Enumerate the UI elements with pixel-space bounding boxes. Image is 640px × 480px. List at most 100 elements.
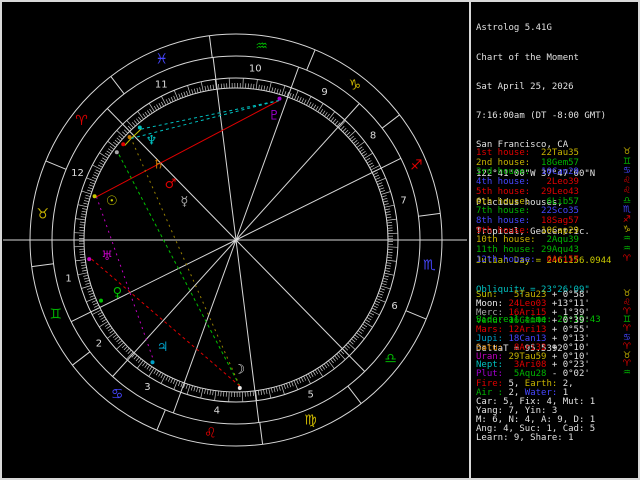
sign-glyph-pisces: ♓ <box>155 52 168 68</box>
planet-dot-plut <box>277 96 282 101</box>
planet-dot-nept <box>137 125 142 130</box>
planet-glyph-satu: ♄ <box>153 157 165 172</box>
planet-position-list: Sun: 5Tau23 + 0°58' ♉ Moon: 24Leo03 +13°11… <box>476 290 631 380</box>
planet-dot-mars <box>121 142 126 147</box>
planet-row: Plut: 5Aqu28 - 0°02' ♒ <box>476 368 631 380</box>
house-number-9: 9 <box>321 87 327 98</box>
planet-glyphs: ♆ ♄♂☿ ☉ ♅ ♀ ♃ ☽ ♇ <box>101 108 280 377</box>
stats-segment: Learn: 9, Share: 1 <box>476 433 574 443</box>
planet-dot-jupi <box>150 360 155 365</box>
chart-wheel-area: ♈ ♉ ♊ ♋ ♌ ♍ ♎ ♏ ♐ ♑ ♒ ♓ 1 2 3 4 5 6 7 8 9 10 11 12 ♆ ♄ ♂ ☿ ☉ ♅ ♀ ♃ ☽ ♇ <box>0 0 470 480</box>
planet-markers <box>87 96 282 390</box>
house-cusp-value: 6Lib57 <box>541 196 579 207</box>
house-number-1: 1 <box>65 274 71 285</box>
sign-glyph-sagittarius: ♐ <box>410 158 423 174</box>
house-cusp-value: 29Aqu43 <box>541 245 579 256</box>
sign-glyph-virgo: ♍ <box>304 412 317 428</box>
house-number-6: 6 <box>391 301 397 312</box>
house-cusp-value: 6Ari57 <box>541 254 579 265</box>
sidebar-divider <box>469 0 471 480</box>
sign-glyph-capricorn: ♑ <box>349 78 362 94</box>
planet-glyph-jupi: ♃ <box>157 340 169 355</box>
app-title: Astrolog 5.41G <box>476 23 552 34</box>
house-label: 3rd house: <box>476 167 542 178</box>
planet-label: Plut: <box>476 369 509 380</box>
planet-glyph-merc: ☿ <box>180 195 188 210</box>
house-label: 6th house: <box>476 196 542 207</box>
house-number-8: 8 <box>370 131 376 142</box>
sign-glyph-aqu: ♒ <box>622 244 631 255</box>
house-cusp-value: 22Tau35 <box>541 148 579 158</box>
house-label: 12th house: <box>476 254 542 265</box>
house-number-5: 5 <box>308 389 314 400</box>
planet-glyph-plut: ♇ <box>268 108 280 123</box>
house-label: 1st house: <box>476 148 542 158</box>
sign-glyph-gemini: ♊ <box>49 306 62 322</box>
house-cusp-list: 1st house: 22Tau35 ♉ 2nd house: 18Gem57 ♊ 3r… <box>476 147 631 266</box>
sign-glyph-gem: ♊ <box>622 156 631 167</box>
sign-glyph-tau: ♉ <box>622 147 631 157</box>
sign-glyph-can: ♋ <box>622 166 631 177</box>
sign-glyph-aquarius: ♒ <box>255 39 268 55</box>
house-number-7: 7 <box>400 195 406 206</box>
aspect-square-moon-uran <box>90 258 241 387</box>
house-cusp-value: 18Gem57 <box>541 157 579 168</box>
sign-glyph-sco: ♏ <box>622 205 631 216</box>
chart-date: Sat April 25, 2026 <box>476 81 574 92</box>
sign-glyph-leo: ♌ <box>622 185 631 196</box>
house-cusp-value: 2Leo39 <box>541 177 579 188</box>
sign-glyph-cancer: ♋ <box>111 387 124 403</box>
planet-dot-uran <box>87 257 92 262</box>
wheel-svg: ♈♉♊♋♌♍♎♏♐♑♒♓123456789101112♆♄♂☿☉♅♀♃☽♇ <box>3 33 467 447</box>
aspect-sextile-nept-plut <box>140 100 280 130</box>
aspect-conjunct-mars-satu <box>124 138 132 146</box>
house-number-4: 4 <box>214 405 220 416</box>
sign-glyph-sag: ♐ <box>622 214 631 225</box>
house-number-2: 2 <box>96 338 102 349</box>
house-cusp-value: 22Sco35 <box>541 206 579 217</box>
aspect-sesquiquadrate-moon-satu <box>130 138 241 387</box>
sign-glyph-aries: ♈ <box>75 113 88 129</box>
house-number-3: 3 <box>144 382 150 393</box>
house-label: 4th house: <box>476 177 542 188</box>
house-label: 2nd house: <box>476 157 542 168</box>
house-row: 12th house: 6Ari57 ♈ <box>476 253 631 266</box>
house-number-11: 11 <box>155 80 168 91</box>
sign-glyph-lib: ♎ <box>622 195 631 206</box>
planet-dot-moon <box>237 386 242 390</box>
planet-speed: - 0°02' <box>546 369 590 380</box>
house-cusp-value: 18Sag57 <box>541 215 579 226</box>
house-number-10: 10 <box>249 64 262 75</box>
planet-dot-venu <box>99 298 103 303</box>
sign-glyph-libra: ♎ <box>384 351 397 367</box>
sign-glyph-ari: ♈ <box>622 253 631 264</box>
sign-glyph-aqu: ♒ <box>622 368 631 379</box>
aspect-trine-moon-merc <box>117 153 241 387</box>
house-cusp-value: 2Aqu39 <box>541 235 579 246</box>
aspect-square-sun-plut <box>96 100 280 198</box>
planet-glyph-sun: ☉ <box>106 194 118 209</box>
planet-position-value: 5Aqu28 <box>508 369 547 380</box>
planet-glyph-uran: ♅ <box>101 249 113 264</box>
planet-glyph-mars: ♂ <box>165 177 177 192</box>
house-label: 5th house: <box>476 186 542 197</box>
planet-glyph-nept: ♆ <box>146 134 158 149</box>
planet-dot-merc <box>114 150 119 155</box>
stats-line: Learn: 9, Share: 1 <box>476 434 636 443</box>
info-sidebar: Astrolog 5.41G Chart of the Moment Sat A… <box>476 0 636 480</box>
house-label: 10th house: <box>476 235 542 246</box>
sign-glyph-cap: ♑ <box>622 224 631 235</box>
chart-type: Chart of the Moment <box>476 52 579 63</box>
sign-glyph-taurus: ♉ <box>36 206 49 222</box>
chart-statistics: Fire: 5, Earth: 2, Air : 2, Water: 1 Car: … <box>476 380 636 443</box>
planet-dot-satu <box>127 135 132 140</box>
sign-glyph-scorpio: ♏ <box>423 258 436 274</box>
house-cusp-value: 10Can29 <box>541 167 579 178</box>
house-label: 8th house: <box>476 215 542 226</box>
house-cusp-value: 10Cap29 <box>541 225 579 236</box>
sign-glyph-aqu: ♒ <box>622 234 631 245</box>
house-cusp-value: 29Leo43 <box>541 186 579 197</box>
sign-glyph-leo: ♌ <box>204 425 217 441</box>
chart-time: 7:16:00am (DT -8:00 GMT) <box>476 110 607 121</box>
house-label: 9th house: <box>476 225 542 236</box>
